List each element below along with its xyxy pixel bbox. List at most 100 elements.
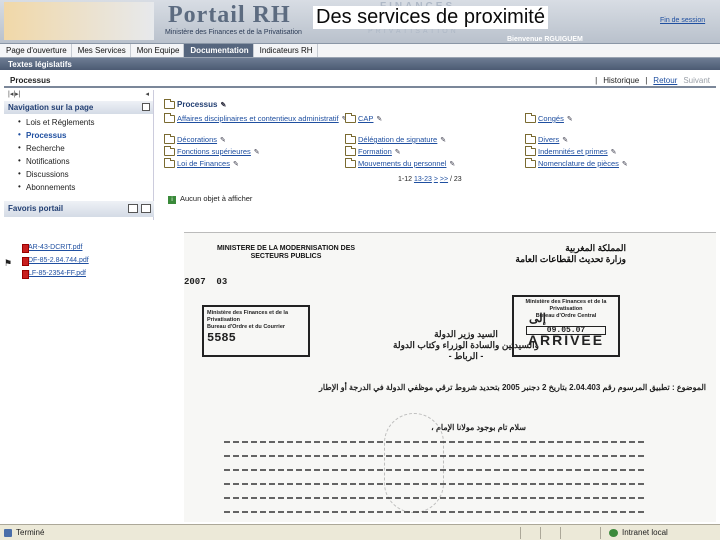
folder-icon — [345, 158, 356, 169]
next-link[interactable]: Suivant — [683, 76, 710, 85]
ministry-name: Ministère des Finances et de la Privatis… — [165, 29, 302, 36]
breadcrumb-title: Processus — [10, 76, 51, 85]
sub-navigation-bar[interactable]: Textes législatifs — [0, 58, 720, 70]
listing-title: Processus ✎ — [164, 98, 226, 109]
listing-item[interactable]: Formation ✎ — [345, 146, 455, 159]
listing-item[interactable]: Décorations ✎ — [164, 134, 347, 147]
listing-column-2: CAP ✎ Délégation de signature ✎ Formation ✎… — [345, 113, 455, 171]
pdf-file-link[interactable]: AR-43-DCRIT.pdf — [4, 244, 89, 257]
ministry-logo — [4, 2, 154, 40]
pdf-icon — [22, 244, 29, 253]
folder-icon — [164, 98, 175, 109]
edit-icon[interactable]: ✎ — [562, 136, 568, 144]
info-icon: i — [168, 196, 176, 204]
folder-icon — [345, 113, 356, 124]
empty-message: i Aucun objet à afficher — [168, 194, 252, 204]
welcome-text: Bienvenue RGUIGUEM — [507, 36, 583, 43]
menu-item-mes-services[interactable]: Mes Services — [72, 44, 131, 57]
sidebar-nav-title: Navigation sur la page — [4, 101, 153, 114]
doc-header-fr: MINISTERE DE LA MODERNISATION DES SECTEU… — [216, 245, 356, 260]
breadcrumb: Processus | Historique | Retour Suivant — [4, 74, 716, 88]
doc-greeting: سلام تام بوجود مولانا الإمام ، — [431, 423, 526, 432]
listing-item[interactable]: CAP ✎ — [345, 113, 455, 135]
pagination: 1-12 13-23 > >> / 23 — [398, 176, 462, 183]
doc-text-line — [224, 441, 644, 443]
doc-text-line — [224, 469, 644, 471]
pager-total: / 23 — [450, 176, 462, 183]
menu-item-indicateurs-rh[interactable]: Indicateurs RH — [254, 44, 318, 57]
favorites-menu-icon[interactable] — [128, 204, 138, 213]
listing-item[interactable]: Mouvements du personnel ✎ — [345, 158, 455, 171]
listing-item[interactable]: Divers ✎ — [525, 134, 628, 147]
pdf-icon — [22, 270, 29, 279]
folder-icon — [525, 113, 536, 124]
sidebar-nav-arrows-icon[interactable]: |◂|▸| — [8, 90, 20, 98]
listing-column-3: Congés ✎ Divers ✎ Indemnités et primes ✎ No… — [525, 113, 628, 171]
folder-icon — [525, 158, 536, 169]
listing-item[interactable]: Loi de Finances ✎ — [164, 158, 347, 171]
pager-next-range[interactable]: 13-23 — [414, 176, 432, 183]
folder-icon — [164, 146, 175, 157]
menu-item-mon-equipe[interactable]: Mon Equipe — [131, 44, 185, 57]
listing-item[interactable]: Fonctions supérieures ✎ — [164, 146, 347, 159]
doc-date: 2007 03 — [184, 277, 228, 287]
process-listing: Processus ✎ Affaires disciplinaires et co… — [164, 98, 716, 208]
doc-text-line — [224, 483, 644, 485]
sidebar-item-discussions[interactable]: Discussions — [18, 169, 153, 183]
folder-icon — [164, 113, 175, 124]
favorites-title: Favoris portail — [8, 204, 64, 213]
logout-link[interactable]: Fin de session — [660, 17, 705, 24]
app-title: Portail RH — [168, 2, 291, 28]
sidebar-toolbar: |◂|▸| ◂ — [4, 90, 153, 98]
doc-header-ar: المملكة المغربية وزارة تحديث القطاعات ال… — [515, 243, 626, 264]
sidebar-item-notifications[interactable]: Notifications — [18, 156, 153, 170]
sidebar-nav-list: Lois et Réglements Processus Recherche N… — [4, 114, 153, 196]
edit-icon[interactable]: ✎ — [254, 148, 260, 156]
pager-last[interactable]: >> — [440, 176, 448, 183]
minimize-icon[interactable] — [142, 103, 150, 111]
doc-text-line — [224, 497, 644, 499]
sidebar-collapse-icon[interactable]: ◂ — [145, 90, 149, 98]
browser-status-bar: Terminé Intranet local — [0, 524, 720, 540]
listing-item[interactable]: Délégation de signature ✎ — [345, 134, 455, 147]
listing-item[interactable]: Nomenclature de pièces ✎ — [525, 158, 628, 171]
doc-text-line — [224, 455, 644, 457]
listing-item[interactable]: Affaires disciplinaires et contentieux a… — [164, 113, 347, 135]
doc-subject: الموضوع : تطبيق المرسوم رقم 2.04.403 بتا… — [319, 383, 706, 392]
sidebar-item-recherche[interactable]: Recherche — [18, 143, 153, 157]
favorites-minimize-icon[interactable] — [141, 204, 151, 213]
folder-icon — [345, 146, 356, 157]
edit-icon[interactable]: ✎ — [440, 136, 446, 144]
edit-icon[interactable]: ✎ — [220, 136, 226, 144]
edit-icon[interactable]: ✎ — [622, 160, 628, 168]
pager-next[interactable]: > — [434, 176, 438, 183]
favorite-files: ⚑ AR-43-DCRIT.pdf DF-85-2.84.744.pdf LF-… — [4, 244, 89, 283]
edit-icon[interactable]: ✎ — [233, 160, 239, 168]
history-link[interactable]: Historique — [603, 76, 639, 85]
incoming-stamp-left: Ministère des Finances et de la Privatis… — [202, 305, 310, 357]
pdf-icon — [22, 257, 29, 266]
scanned-circular-document: MINISTERE DE LA MODERNISATION DES SECTEU… — [184, 232, 716, 522]
pdf-file-link[interactable]: LF-85-2354-FF.pdf — [4, 270, 89, 283]
slide-title: Des services de proximité — [313, 6, 548, 29]
folder-icon — [525, 146, 536, 157]
folder-icon — [525, 134, 536, 145]
pdf-file-link[interactable]: DF-85-2.84.744.pdf — [4, 257, 89, 270]
main-menu: Page d'ouverture Mes Services Mon Equipe… — [0, 44, 720, 58]
listing-item[interactable]: Indemnités et primes ✎ — [525, 146, 628, 159]
sidebar-item-lois[interactable]: Lois et Réglements — [18, 117, 153, 131]
sidebar-item-abonnements[interactable]: Abonnements — [18, 182, 153, 196]
menu-item-documentation[interactable]: Documentation — [184, 44, 254, 57]
arrival-stamp: Ministère des Finances et de la Privatis… — [512, 295, 620, 357]
edit-icon[interactable]: ✎ — [376, 115, 382, 124]
edit-icon[interactable]: ✎ — [611, 148, 617, 156]
edit-icon[interactable]: ✎ — [395, 148, 401, 156]
back-link[interactable]: Retour — [653, 76, 677, 85]
edit-icon[interactable]: ✎ — [567, 115, 573, 124]
edit-icon[interactable]: ✎ — [449, 160, 455, 168]
edit-icon[interactable]: ✎ — [220, 101, 226, 109]
listing-item[interactable]: Congés ✎ — [525, 113, 628, 135]
sidebar-item-processus[interactable]: Processus — [18, 130, 153, 144]
menu-item-page-ouverture[interactable]: Page d'ouverture — [0, 44, 72, 57]
doc-text-line — [224, 511, 644, 513]
